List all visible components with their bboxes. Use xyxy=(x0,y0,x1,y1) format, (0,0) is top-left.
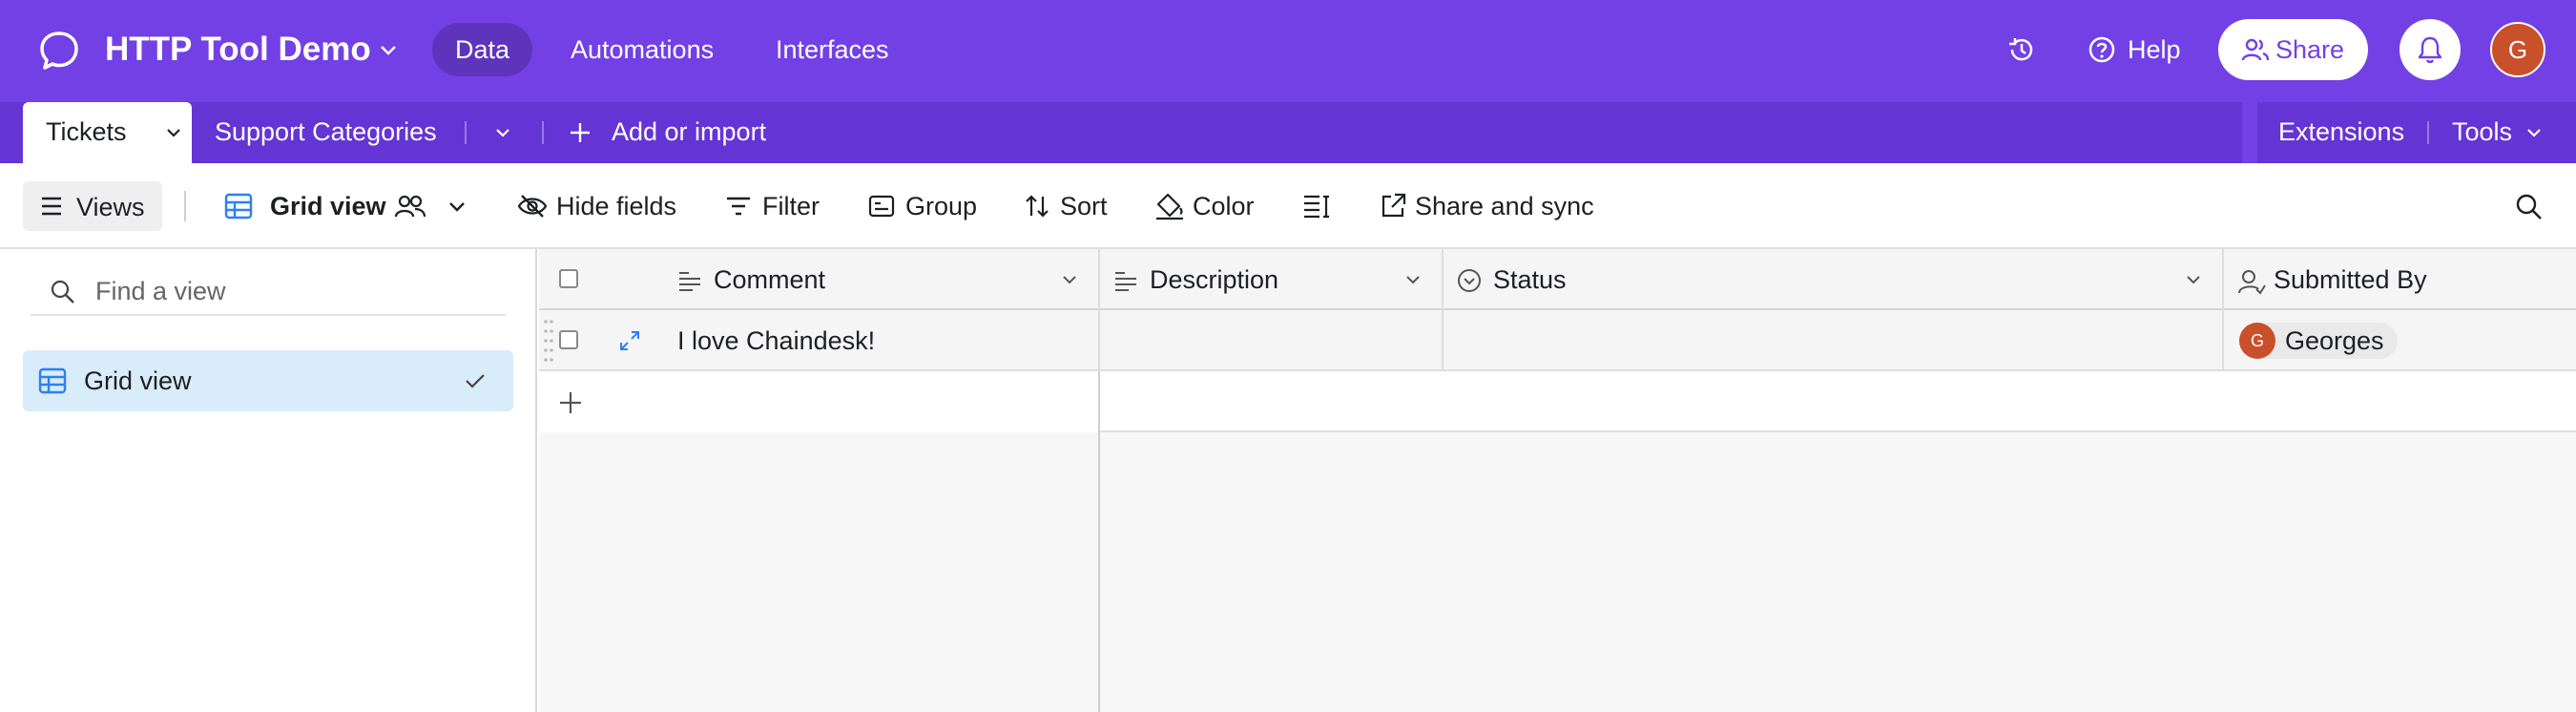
plus-icon[interactable] xyxy=(558,390,583,415)
history-icon[interactable] xyxy=(2006,34,2037,65)
user-avatar[interactable]: G xyxy=(2490,22,2545,77)
view-toolbar: Views Grid view Hide fields Filter Group… xyxy=(0,163,2576,249)
search-icon[interactable] xyxy=(2515,193,2544,221)
eye-slash-icon xyxy=(517,195,548,218)
filter-button[interactable]: Filter xyxy=(762,163,820,249)
tab-support-categories[interactable]: Support Categories xyxy=(215,117,437,147)
sort-icon xyxy=(1026,195,1049,218)
nav-interfaces[interactable]: Interfaces xyxy=(753,23,912,76)
add-record-row[interactable] xyxy=(539,371,2576,432)
sort-button[interactable]: Sort xyxy=(1060,163,1108,249)
chevron-down-icon[interactable] xyxy=(1403,270,1423,289)
color-button[interactable]: Color xyxy=(1193,163,1255,249)
data-grid: Comment Description Status Submitted By xyxy=(539,249,2576,712)
column-header-description[interactable]: Description xyxy=(1100,249,1444,310)
chevron-down-icon[interactable] xyxy=(164,123,183,142)
paint-bucket-icon xyxy=(1156,193,1183,220)
toolbar-divider xyxy=(184,191,186,221)
group-button[interactable]: Group xyxy=(905,163,977,249)
table-tabs-strip: Tickets Support Categories Add or import xyxy=(0,102,2242,163)
views-toggle-button[interactable]: Views xyxy=(23,181,162,231)
bell-icon xyxy=(2418,36,2442,64)
long-text-icon xyxy=(679,272,700,291)
row-comment-cell[interactable]: I love Chaindesk! xyxy=(539,310,1100,371)
help-circle-icon[interactable] xyxy=(2088,35,2116,64)
add-or-import-button[interactable]: Add or import xyxy=(612,117,766,147)
table-tabs-bar: Tickets Support Categories Add or import… xyxy=(0,102,2576,163)
tab-divider xyxy=(542,121,544,144)
grid-icon xyxy=(38,367,67,394)
search-icon xyxy=(51,280,74,304)
select-all-checkbox[interactable] xyxy=(559,269,578,288)
status-icon xyxy=(1458,269,1481,292)
sidebar-item-grid-view[interactable]: Grid view xyxy=(23,350,513,411)
find-view-field xyxy=(31,266,506,316)
check-icon xyxy=(466,374,485,388)
filter-icon xyxy=(727,197,750,216)
chevron-down-icon[interactable] xyxy=(375,36,402,63)
column-header-status[interactable]: Status xyxy=(1444,249,2224,310)
add-record-cell[interactable] xyxy=(539,371,1100,432)
current-view-button[interactable]: Grid view xyxy=(270,163,386,249)
views-sidebar: Grid view xyxy=(0,249,537,712)
group-icon xyxy=(868,195,895,218)
views-label: Views xyxy=(76,193,145,221)
grid-icon xyxy=(224,193,253,220)
grid-header: Comment Description Status Submitted By xyxy=(539,249,2576,310)
tab-divider xyxy=(465,121,467,144)
table-row[interactable]: I love Chaindesk! G Georges xyxy=(539,310,2576,371)
column-header-submitted-by[interactable]: Submitted By xyxy=(2224,249,2576,310)
column-label: Description xyxy=(1150,265,1279,294)
nav-data[interactable]: Data xyxy=(432,23,533,76)
external-link-icon xyxy=(1381,193,1406,218)
column-header-comment[interactable]: Comment xyxy=(539,249,1100,310)
chevron-down-icon[interactable] xyxy=(493,123,512,142)
chevron-down-icon[interactable] xyxy=(1060,270,1079,289)
user-name: Georges xyxy=(2285,326,2384,355)
row-description-cell[interactable] xyxy=(1100,310,1444,371)
share-and-sync-button[interactable]: Share and sync xyxy=(1415,163,1594,249)
user-icon xyxy=(2238,270,2266,295)
people-icon xyxy=(394,195,426,218)
find-view-input[interactable] xyxy=(95,274,477,308)
menu-icon xyxy=(42,197,61,216)
sidebar-item-label: Grid view xyxy=(84,366,192,395)
tools-button[interactable]: Tools xyxy=(2452,117,2512,147)
share-label: Share xyxy=(2275,35,2345,64)
long-text-icon xyxy=(1115,272,1136,291)
plus-icon[interactable] xyxy=(568,120,592,145)
tab-tickets[interactable]: Tickets xyxy=(23,102,192,163)
nav-automations[interactable]: Automations xyxy=(548,23,737,76)
column-label: Status xyxy=(1493,265,1567,294)
chevron-down-icon[interactable] xyxy=(2184,270,2203,289)
chevron-down-icon[interactable] xyxy=(446,197,468,218)
column-label: Comment xyxy=(714,265,826,294)
notifications-button[interactable] xyxy=(2399,19,2461,80)
user-chip: G Georges xyxy=(2239,323,2398,359)
row-height-icon[interactable] xyxy=(1302,193,1331,220)
help-button[interactable]: Help xyxy=(2128,23,2181,76)
expand-icon[interactable] xyxy=(618,329,641,352)
chevron-down-icon[interactable] xyxy=(2524,123,2544,142)
avatar: G xyxy=(2239,323,2275,359)
row-status-cell[interactable] xyxy=(1444,310,2224,371)
base-name[interactable]: HTTP Tool Demo xyxy=(105,27,371,73)
hide-fields-button[interactable]: Hide fields xyxy=(556,163,676,249)
share-users-icon xyxy=(2241,38,2270,61)
table-tabs-right: Extensions Tools xyxy=(2257,102,2576,163)
tab-tickets-label: Tickets xyxy=(46,117,127,146)
share-button[interactable]: Share xyxy=(2218,19,2368,80)
top-bar: HTTP Tool Demo Data Automations Interfac… xyxy=(0,0,2576,102)
extensions-button[interactable]: Extensions xyxy=(2278,117,2404,147)
row-checkbox[interactable] xyxy=(559,330,578,349)
column-label: Submitted By xyxy=(2274,265,2427,294)
comment-value: I love Chaindesk! xyxy=(677,326,876,355)
tab-divider xyxy=(2427,121,2429,144)
drag-handle-icon[interactable] xyxy=(543,316,554,366)
chat-bubble-logo-icon[interactable] xyxy=(36,28,82,73)
row-submitted-by-cell[interactable]: G Georges xyxy=(2224,310,2576,371)
